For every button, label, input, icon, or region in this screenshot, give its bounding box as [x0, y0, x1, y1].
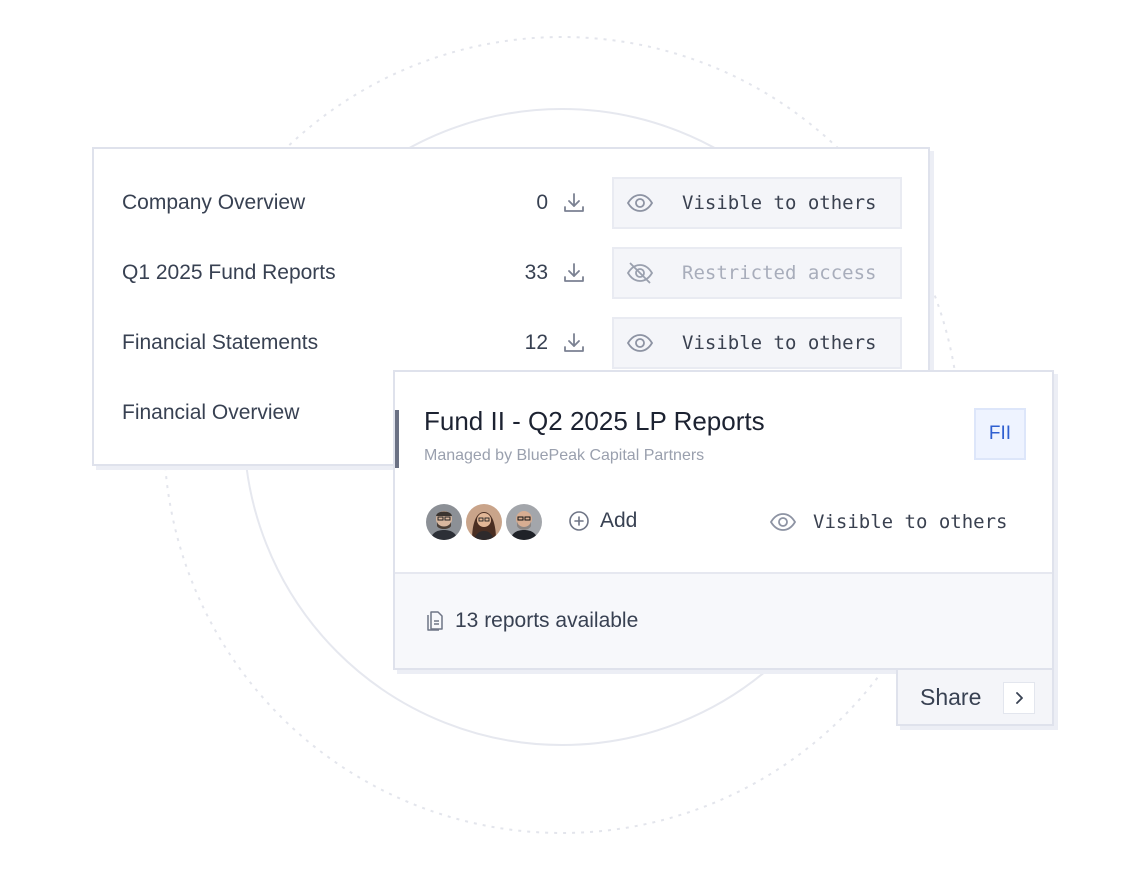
- folder-row[interactable]: Financial Statements 12 Visible to other…: [94, 317, 928, 369]
- eye-off-icon: [626, 262, 654, 284]
- accent-bar: [395, 410, 399, 468]
- avatar-man-beard: [506, 504, 542, 540]
- add-label: Add: [600, 509, 638, 532]
- folder-name: Financial Statements: [122, 331, 319, 354]
- eye-icon: [626, 194, 654, 212]
- avatar[interactable]: [464, 502, 504, 542]
- avatar-man-glasses: [426, 504, 462, 540]
- visibility-label: Visible to others: [813, 511, 1008, 533]
- download-count: 33: [524, 261, 548, 284]
- download-count: 12: [524, 331, 548, 354]
- document-icon: [427, 611, 443, 631]
- visibility-toggle[interactable]: Visible to others: [612, 177, 902, 229]
- fund-card[interactable]: Fund II - Q2 2025 LP Reports Managed by …: [393, 370, 1054, 670]
- card-footer: 13 reports available: [395, 572, 1052, 668]
- visibility-toggle[interactable]: Visible to others: [769, 508, 1007, 536]
- download-icon[interactable]: [562, 331, 586, 355]
- folder-name: Financial Overview: [122, 401, 300, 424]
- plus-circle-icon: [569, 511, 589, 531]
- share-label: Share: [920, 684, 982, 710]
- eye-icon: [769, 513, 797, 531]
- avatar[interactable]: [504, 502, 544, 542]
- share-button[interactable]: Share: [896, 670, 1054, 726]
- fund-title: Fund II - Q2 2025 LP Reports: [424, 406, 765, 436]
- add-member-button[interactable]: Add: [568, 508, 637, 534]
- fund-badge: FII: [974, 408, 1026, 460]
- download-count: 0: [536, 191, 548, 214]
- download-icon[interactable]: [562, 191, 586, 215]
- reports-count: 13 reports available: [455, 609, 639, 632]
- visibility-label: Visible to others: [682, 332, 877, 354]
- avatar[interactable]: [424, 502, 464, 542]
- eye-icon: [626, 334, 654, 352]
- visibility-label: Restricted access: [682, 262, 877, 284]
- avatar-woman: [466, 504, 502, 540]
- folder-row[interactable]: Q1 2025 Fund Reports 33 Restricted acces…: [94, 247, 928, 299]
- visibility-label: Visible to others: [682, 192, 877, 214]
- visibility-toggle[interactable]: Visible to others: [612, 317, 902, 369]
- folder-row[interactable]: Company Overview 0 Visible to others: [94, 177, 928, 229]
- folder-name: Q1 2025 Fund Reports: [122, 261, 336, 284]
- fund-manager: Managed by BluePeak Capital Partners: [424, 447, 705, 464]
- download-icon[interactable]: [562, 261, 586, 285]
- share-chevron-button[interactable]: [1003, 682, 1035, 714]
- visibility-toggle[interactable]: Restricted access: [612, 247, 902, 299]
- folder-name: Company Overview: [122, 191, 306, 214]
- chevron-right-icon: [1016, 692, 1023, 704]
